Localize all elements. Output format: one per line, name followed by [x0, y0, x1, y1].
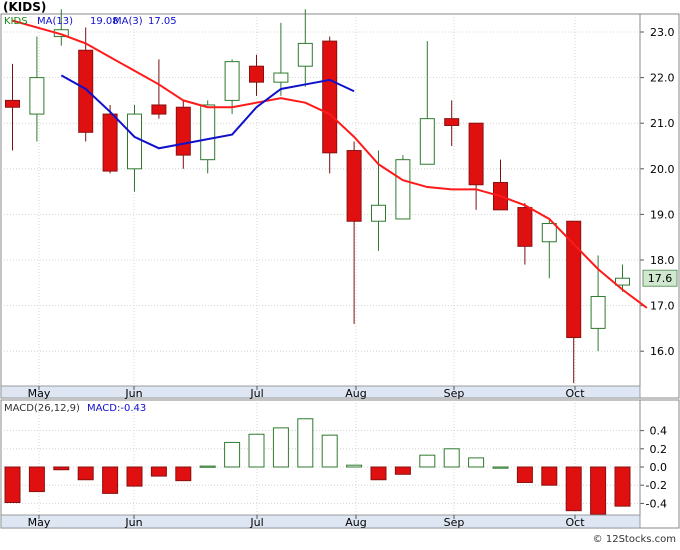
macd-bar: [516, 466, 533, 483]
macd-tick-label: 0.2: [650, 443, 668, 456]
candle-body: [371, 204, 386, 222]
candle-body: [468, 122, 484, 186]
candle-body: [297, 42, 313, 67]
macd-bar: [102, 466, 119, 494]
price-legend-item: MA(3): [113, 16, 143, 27]
candle-body: [322, 40, 338, 154]
macd-bar: [565, 466, 582, 512]
macd-bar: [248, 433, 265, 468]
month-label: Oct: [565, 387, 585, 400]
macd-bar: [4, 466, 21, 503]
price-tick-label: 20.0: [650, 163, 675, 176]
macd-bar: [150, 466, 167, 477]
candle-body: [200, 104, 216, 161]
macd-bar: [77, 466, 94, 481]
price-legend-item: 17.05: [148, 16, 177, 27]
price-x-axis-band: [0, 385, 641, 399]
macd-month-label: Jun: [124, 516, 142, 529]
chart-svg: (KIDS) © 12Stocks.com 16.0 17.0 18.0 19.0 20…: [0, 0, 680, 546]
macd-tick-label: 0.0: [650, 461, 668, 474]
macd-bar: [272, 427, 289, 468]
macd-month-label: Oct: [565, 516, 585, 529]
month-label: Aug: [345, 387, 366, 400]
watermark: © 12Stocks.com: [593, 534, 676, 545]
price-tick-label: 16.0: [650, 345, 675, 358]
candle-body: [517, 207, 533, 247]
candle-body: [541, 223, 557, 243]
macd-bar: [346, 464, 363, 468]
macd-bar: [321, 434, 338, 468]
price-tick-label: 23.0: [650, 26, 675, 39]
month-label: Jun: [124, 387, 142, 400]
macd-tick-label: 0.4: [650, 425, 668, 438]
macd-bar: [492, 466, 509, 469]
macd-bar: [443, 448, 460, 468]
macd-month-label: Jul: [249, 516, 263, 529]
macd-bar: [126, 466, 143, 487]
candle-body: [127, 113, 142, 170]
macd-bar: [199, 465, 216, 468]
macd-x-axis-band: [0, 514, 641, 529]
chart-title: (KIDS): [3, 0, 46, 14]
candle-body: [151, 104, 167, 115]
price-tick-label: 18.0: [650, 254, 675, 267]
price-tick-label: 19.0: [650, 208, 675, 221]
month-label: Sep: [444, 387, 465, 400]
macd-bar: [614, 466, 631, 507]
macd-legend-item: MACD:-0.43: [87, 403, 146, 414]
macd-bar: [53, 466, 70, 471]
macd-month-label: Sep: [444, 516, 465, 529]
macd-bar: [370, 466, 387, 481]
macd-month-label: Aug: [345, 516, 366, 529]
macd-bar: [175, 466, 192, 482]
price-panel: 16.0 17.0 18.0 19.0 20.0 21.0 22.0 23.0 17.6 May J…: [0, 9, 680, 400]
macd-bar: [590, 466, 607, 515]
candle-body: [224, 61, 240, 101]
candle-body: [615, 277, 630, 286]
candle-body: [273, 72, 289, 83]
macd-bar: [541, 466, 558, 486]
candle-body: [395, 159, 411, 220]
candle-body: [78, 49, 94, 133]
candle-body: [419, 118, 435, 165]
macd-tick-label: -0.2: [646, 479, 667, 492]
macd-bar: [394, 466, 411, 475]
price-frame: [0, 13, 680, 399]
month-label: May: [28, 387, 51, 400]
macd-bar: [419, 454, 436, 468]
candle-body: [29, 77, 45, 115]
price-legend-item: KIDS: [4, 16, 28, 27]
last-price-label: 17.6: [648, 272, 673, 285]
candle-body: [444, 118, 460, 126]
price-tick-label: 17.0: [650, 300, 675, 313]
month-label: Jul: [249, 387, 263, 400]
macd-bar: [468, 457, 485, 468]
macd-bar: [297, 418, 314, 468]
candle-body: [175, 106, 191, 156]
candle-body: [346, 150, 362, 222]
macd-month-label: May: [28, 516, 51, 529]
candle-body: [249, 65, 264, 83]
stock-chart: (KIDS) © 12Stocks.com 16.0 17.0 18.0 19.0 20…: [0, 0, 680, 546]
macd-bar: [224, 441, 241, 468]
candle-body: [590, 295, 606, 329]
candle-body: [5, 99, 20, 108]
price-legend-item: MA(13): [37, 16, 73, 27]
candle-body: [102, 113, 118, 172]
macd-bar: [28, 466, 45, 493]
price-tick-label: 21.0: [650, 117, 675, 130]
macd-legend-item: MACD(26,12,9): [4, 403, 80, 414]
macd-panel: 0.4 0.2 0.0 -0.2 -0.4 May Jun Jul Aug Sep Oct MACD(…: [0, 399, 680, 529]
macd-tick-label: -0.4: [646, 497, 667, 510]
price-tick-label: 22.0: [650, 72, 675, 85]
